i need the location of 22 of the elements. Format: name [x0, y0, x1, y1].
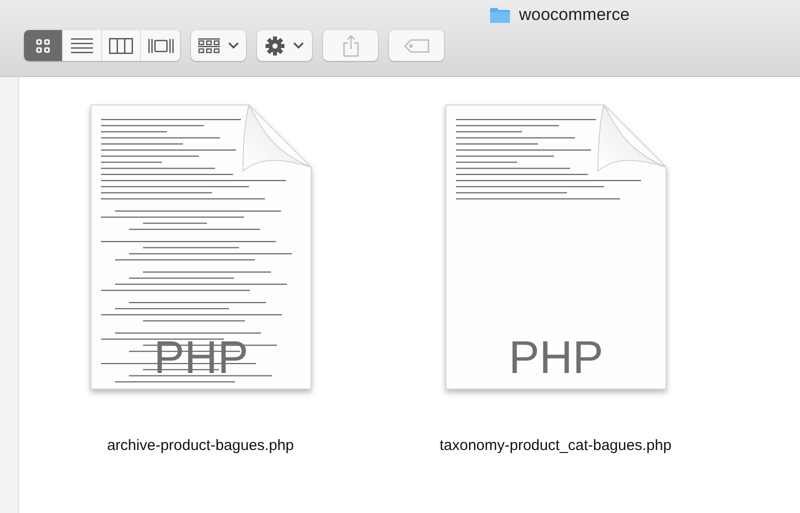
column-view-icon [109, 38, 133, 54]
icon-view-icon [36, 38, 50, 52]
share-icon [342, 34, 358, 56]
caret-icon [228, 42, 239, 49]
window-title: woocommerce [519, 5, 630, 25]
list-view-icon [71, 38, 93, 54]
tag-icon [404, 38, 430, 52]
file-name[interactable]: taxonomy-product_cat-bagues.php [440, 437, 672, 454]
view-mode-button[interactable] [24, 30, 63, 61]
php-file-icon[interactable]: PHP [438, 101, 674, 401]
grid-icon [198, 38, 220, 54]
view-mode-button[interactable] [141, 30, 180, 61]
settings-icon [265, 36, 285, 56]
gallery-view-icon [148, 38, 174, 54]
file-type-label: PHP [508, 331, 603, 383]
file-name[interactable]: archive-product-bagues.php [107, 437, 294, 454]
view-mode-button[interactable] [102, 30, 141, 61]
view-mode-button[interactable] [63, 30, 102, 61]
arrange-button[interactable] [191, 30, 246, 61]
caret-icon [293, 42, 304, 49]
folder-icon [489, 6, 511, 24]
action-button[interactable] [257, 30, 312, 61]
